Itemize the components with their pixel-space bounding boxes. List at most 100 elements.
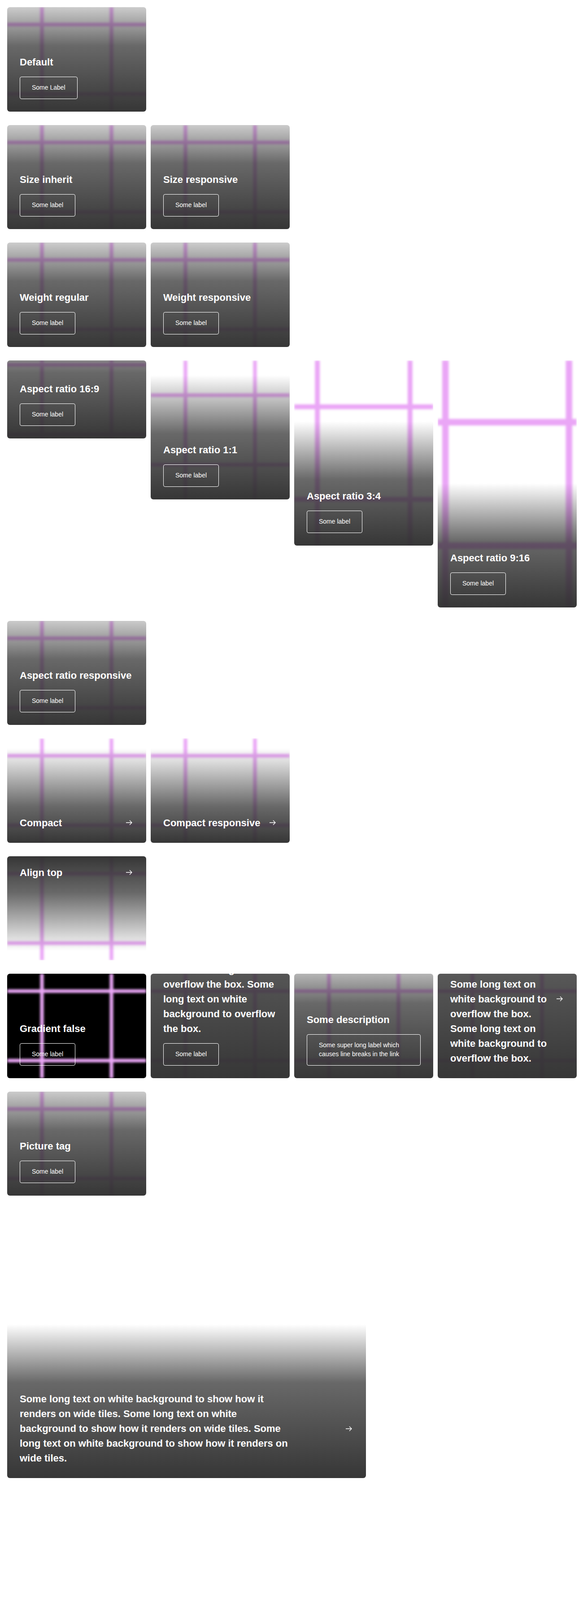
tile-title: Some long text on white background to ov…: [450, 974, 549, 1066]
tile-content: Aspect ratio 1:1 Some label: [150, 433, 290, 500]
tile-title: Gradient false: [19, 1021, 134, 1037]
tile-heading: Some long text on white background to sh…: [19, 1392, 354, 1467]
tile-link-button[interactable]: Some label: [163, 194, 219, 217]
tile-link-button[interactable]: Some label: [19, 1043, 76, 1066]
tile-actions: Some label: [450, 565, 565, 596]
link-tile[interactable]: Default Some Label: [7, 7, 147, 112]
tile-title: Aspect ratio 16:9: [19, 381, 134, 397]
tile-row: Size inherit Some label Size responsive Som…: [7, 125, 576, 230]
link-tile[interactable]: Some long text on white background to sh…: [7, 1209, 366, 1479]
arrow-right-icon: [124, 818, 134, 828]
link-tile[interactable]: Align top: [7, 856, 147, 962]
tile-link-button[interactable]: Some label: [163, 312, 219, 335]
link-tile[interactable]: Weight regular Some label: [7, 242, 147, 348]
tile-title: Compact: [19, 815, 62, 831]
tile-title: Some long text on white background to sh…: [19, 1392, 289, 1467]
tile-title: Some description: [306, 1012, 421, 1028]
tile-row: Compact Compact responsive: [7, 738, 576, 844]
tile-content: Weight regular Some label: [7, 281, 147, 348]
tile-heading: Some long text on white background to ov…: [450, 974, 565, 1066]
tile-title: Aspect ratio 9:16: [450, 550, 565, 566]
link-tile[interactable]: Compact: [7, 738, 147, 844]
link-tile[interactable]: Aspect ratio 16:9 Some label: [7, 360, 147, 439]
tile-link-button[interactable]: Some label: [19, 194, 76, 217]
tile-content: Some description Some super long label wh…: [294, 1003, 434, 1079]
tile-row: Default Some Label: [7, 7, 576, 112]
tile-actions: Some label: [19, 1153, 134, 1184]
tile-title: Compact responsive: [163, 815, 261, 831]
tile-title: Aspect ratio responsive: [19, 668, 134, 684]
tile-actions: Some Label: [19, 69, 134, 100]
tile-row: Align top: [7, 856, 576, 962]
tile-link-button[interactable]: Some label: [19, 403, 76, 427]
tile-title: Some long text on white background to ov…: [163, 974, 278, 1037]
link-tile[interactable]: Size responsive Some label: [150, 125, 290, 230]
tile-link-button[interactable]: Some label: [163, 1043, 219, 1066]
tile-actions: Some label: [306, 503, 421, 534]
tile-link-button[interactable]: Some label: [163, 464, 219, 488]
tile-actions: Some label: [163, 1036, 278, 1066]
tile-link-button[interactable]: Some label: [19, 690, 76, 713]
tile-heading: Compact: [19, 815, 134, 831]
arrow-right-icon: [268, 818, 278, 828]
tile-content: Some long text on white background to sh…: [7, 1383, 366, 1479]
tile-content: Align top: [7, 856, 147, 893]
tile-row: Picture tag Some label: [7, 1092, 576, 1197]
tile-gallery: DefaultSome LabelSize inheritSome labelS…: [0, 0, 583, 1486]
tile-content: Some long text on white background to ov…: [437, 974, 577, 1079]
link-tile[interactable]: Aspect ratio 3:4 Some label: [294, 360, 434, 546]
tile-title: Weight regular: [19, 290, 134, 305]
tile-actions: Some super long label which causes line …: [306, 1027, 421, 1066]
link-tile[interactable]: Weight responsive Some label: [150, 242, 290, 348]
tile-actions: Some label: [19, 683, 134, 713]
tile-title: Size responsive: [163, 172, 278, 188]
tile-title: Aspect ratio 3:4: [306, 488, 421, 504]
link-tile[interactable]: Aspect ratio responsive Some label: [7, 621, 147, 726]
link-tile[interactable]: Aspect ratio 9:16 Some label: [437, 360, 577, 608]
tile-content: Compact: [7, 806, 147, 844]
tile-title: Aspect ratio 1:1: [163, 442, 278, 458]
tile-heading: Align top: [19, 865, 134, 881]
tile-title: Picture tag: [19, 1139, 134, 1154]
arrow-right-icon: [124, 868, 134, 878]
tile-content: Aspect ratio 9:16 Some label: [437, 541, 577, 608]
link-tile[interactable]: Compact responsive: [150, 738, 290, 844]
tile-link-button[interactable]: Some label: [450, 572, 506, 596]
tile-row: Gradient false Some label Some long text o…: [7, 974, 576, 1079]
tile-row: Some long text on white background to sh…: [7, 1209, 576, 1479]
tile-content: Weight responsive Some label: [150, 281, 290, 348]
tile-actions: Some label: [163, 187, 278, 217]
arrow-right-icon: [344, 1424, 354, 1434]
arrow-right-icon: [555, 994, 565, 1004]
tile-link-button[interactable]: Some label: [19, 1161, 76, 1184]
tile-content: Aspect ratio 3:4 Some label: [294, 479, 434, 546]
tile-title: Size inherit: [19, 172, 134, 188]
tile-title: Default: [19, 54, 134, 70]
tile-link-button[interactable]: Some label: [19, 312, 76, 335]
tile-actions: Some label: [163, 457, 278, 488]
tile-row: Aspect ratio 16:9Some labelAspect ratio …: [7, 360, 576, 608]
link-tile[interactable]: Aspect ratio 1:1 Some label: [150, 360, 290, 500]
tile-heading: Compact responsive: [163, 815, 278, 831]
tile-content: Aspect ratio 16:9 Some label: [7, 372, 147, 439]
link-tile[interactable]: Picture tag Some label: [7, 1092, 147, 1197]
link-tile[interactable]: Size inherit Some label: [7, 125, 147, 230]
tile-content: Some long text on white background to ov…: [150, 974, 290, 1079]
link-tile[interactable]: Some long text on white background to ov…: [150, 974, 290, 1079]
tile-row: Weight regularSome labelWeight responsiv…: [7, 242, 576, 348]
tile-link-button[interactable]: Some super long label which causes line …: [306, 1034, 421, 1066]
link-tile[interactable]: Some description Some super long label wh…: [294, 974, 434, 1079]
tile-title: Weight responsive: [163, 290, 278, 305]
tile-content: Picture tag Some label: [7, 1130, 147, 1197]
tile-content: Size responsive Some label: [150, 163, 290, 230]
tile-row: Aspect ratio responsive Some label: [7, 621, 576, 726]
tile-actions: Some label: [19, 187, 134, 217]
tile-title: Align top: [19, 865, 63, 881]
tile-actions: Some label: [19, 1036, 134, 1066]
link-tile[interactable]: Gradient false Some label: [7, 974, 147, 1079]
tile-actions: Some label: [163, 304, 278, 335]
tile-content: Compact responsive: [150, 806, 290, 844]
tile-link-button[interactable]: Some label: [306, 510, 363, 534]
link-tile[interactable]: Some long text on white background to ov…: [437, 974, 577, 1079]
tile-link-button[interactable]: Some Label: [19, 76, 78, 100]
